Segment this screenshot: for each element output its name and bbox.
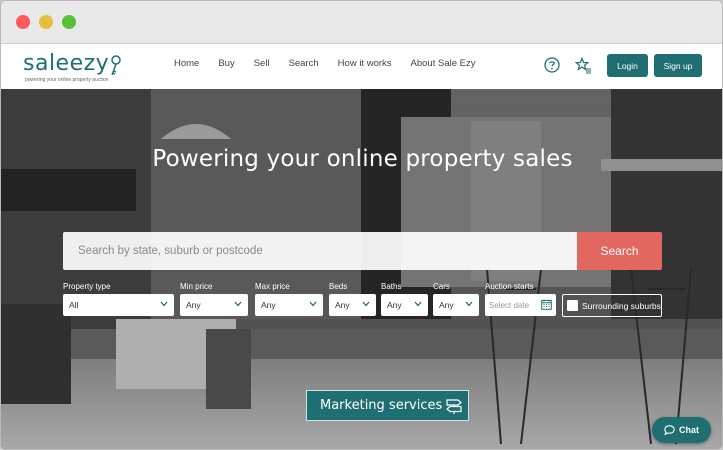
nav-home[interactable]: Home bbox=[174, 58, 199, 69]
min-price-select[interactable]: Any bbox=[180, 294, 248, 316]
property-type-filter: Property type All bbox=[63, 282, 174, 316]
signpost-icon bbox=[446, 398, 463, 414]
baths-value: Any bbox=[387, 300, 402, 310]
calendar-icon[interactable] bbox=[541, 299, 552, 310]
baths-filter: Baths Any bbox=[381, 282, 428, 316]
minimize-window-button[interactable] bbox=[39, 15, 53, 29]
browser-window: saleezy powering your online property au… bbox=[0, 0, 723, 450]
signup-button[interactable]: Sign up bbox=[654, 54, 702, 77]
auction-starts-label: Auction starts bbox=[485, 282, 534, 291]
login-button[interactable]: Login bbox=[607, 54, 648, 77]
marketing-services-button[interactable]: Marketing services bbox=[306, 390, 469, 421]
close-window-button[interactable] bbox=[16, 15, 30, 29]
chevron-down-icon bbox=[234, 301, 242, 307]
max-price-filter: Max price Any bbox=[255, 282, 323, 316]
search-button[interactable]: Search bbox=[577, 232, 662, 270]
property-type-label: Property type bbox=[63, 282, 111, 291]
logo-wordmark: saleezy bbox=[23, 51, 110, 76]
baths-label: Baths bbox=[381, 282, 402, 291]
beds-select[interactable]: Any bbox=[329, 294, 376, 316]
max-price-select[interactable]: Any bbox=[255, 294, 323, 316]
main-nav: Home Buy Sell Search How it works About … bbox=[174, 58, 494, 69]
cars-select[interactable]: Any bbox=[433, 294, 479, 316]
cars-filter: Cars Any bbox=[433, 282, 479, 316]
chat-button[interactable]: Chat bbox=[652, 417, 711, 443]
min-price-filter: Min price Any bbox=[180, 282, 248, 316]
logo-tagline: powering your online property auction bbox=[25, 77, 109, 83]
auction-date-placeholder: Select date bbox=[489, 300, 530, 310]
nav-buy[interactable]: Buy bbox=[218, 58, 234, 69]
beds-value: Any bbox=[335, 300, 350, 310]
window-titlebar bbox=[1, 1, 722, 44]
property-type-select[interactable]: All bbox=[63, 294, 174, 316]
beds-filter: Beds Any bbox=[329, 282, 376, 316]
cars-label: Cars bbox=[433, 282, 450, 291]
saleezy-logo[interactable]: saleezy powering your online property au… bbox=[23, 53, 123, 83]
baths-select[interactable]: Any bbox=[381, 294, 428, 316]
chat-label: Chat bbox=[679, 425, 699, 435]
surrounding-suburbs-toggle[interactable]: Surrounding suburbs bbox=[562, 294, 662, 317]
hero-section: Powering your online property sales Sear… bbox=[1, 89, 722, 449]
site-header: saleezy powering your online property au… bbox=[1, 44, 722, 89]
surrounding-suburbs-checkbox[interactable] bbox=[567, 300, 578, 311]
maximize-window-button[interactable] bbox=[62, 15, 76, 29]
property-type-value: All bbox=[69, 300, 79, 310]
nav-search[interactable]: Search bbox=[289, 58, 319, 69]
cars-value: Any bbox=[439, 300, 454, 310]
max-price-value: Any bbox=[261, 300, 276, 310]
auction-starts-filter: Auction starts Select date bbox=[485, 282, 556, 316]
chat-bubble-icon bbox=[664, 425, 675, 435]
marketing-services-label: Marketing services bbox=[320, 398, 443, 413]
beds-label: Beds bbox=[329, 282, 348, 291]
key-icon bbox=[111, 55, 121, 76]
max-price-label: Max price bbox=[255, 282, 290, 291]
star-list-icon[interactable] bbox=[575, 57, 592, 74]
chevron-down-icon bbox=[465, 301, 473, 307]
nav-how-it-works[interactable]: How it works bbox=[338, 58, 392, 69]
chevron-down-icon bbox=[160, 301, 168, 307]
chevron-down-icon bbox=[362, 301, 370, 307]
location-search-input[interactable] bbox=[63, 232, 577, 270]
chevron-down-icon bbox=[414, 301, 422, 307]
chevron-down-icon bbox=[309, 301, 317, 307]
question-circle-icon[interactable] bbox=[544, 57, 560, 73]
surrounding-suburbs-label: Surrounding suburbs bbox=[582, 300, 661, 311]
min-price-label: Min price bbox=[180, 282, 213, 291]
nav-sell[interactable]: Sell bbox=[254, 58, 270, 69]
auction-date-picker[interactable]: Select date bbox=[485, 294, 556, 316]
min-price-value: Any bbox=[186, 300, 201, 310]
nav-about[interactable]: About Sale Ezy bbox=[411, 58, 476, 69]
hero-title: Powering your online property sales bbox=[152, 146, 573, 172]
